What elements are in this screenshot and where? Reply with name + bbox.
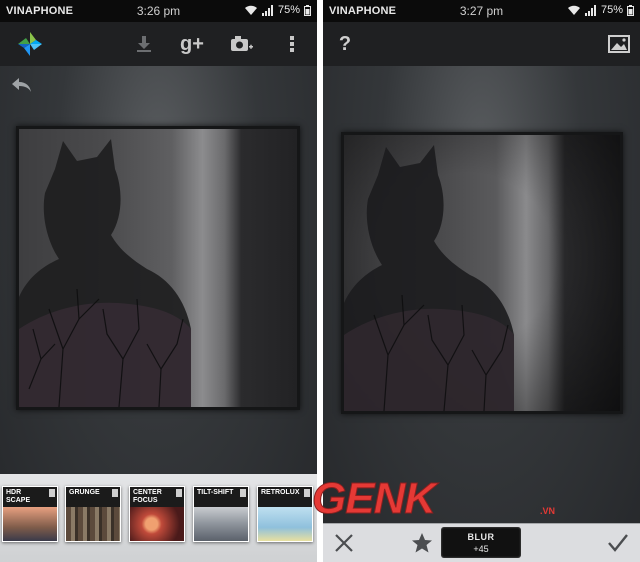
wifi-icon xyxy=(567,5,580,15)
filter-tile-center-focus[interactable]: CENTER FOCUS xyxy=(129,486,185,542)
edited-photo[interactable] xyxy=(16,126,300,410)
watermark-suffix: .VN xyxy=(540,506,556,516)
image-icon[interactable] xyxy=(605,30,633,58)
filter-strip: HDR SCAPE GRUNGE CENTER FOCUS TILT-SHIFT… xyxy=(0,474,317,562)
checkmark-icon[interactable] xyxy=(605,530,631,556)
filter-tile-tilt-shift[interactable]: TILT-SHIFT xyxy=(193,486,249,542)
download-icon[interactable] xyxy=(130,30,158,58)
filter-label: GRUNGE xyxy=(69,489,100,496)
watermark-text: GENK xyxy=(311,474,436,524)
info-icon xyxy=(304,489,310,497)
filter-thumbnail xyxy=(66,507,120,541)
camera-add-icon[interactable] xyxy=(228,30,256,58)
filter-thumbnail xyxy=(194,507,248,541)
battery-icon xyxy=(627,4,634,16)
snapseed-logo-icon[interactable] xyxy=(16,30,44,58)
top-toolbar: g+ xyxy=(0,22,317,66)
filter-label: CENTER FOCUS xyxy=(133,489,162,504)
battery-percent: 75% xyxy=(277,4,300,16)
undo-arrow-icon[interactable] xyxy=(10,76,34,96)
signal-icon xyxy=(261,4,273,16)
status-bar: VINAPHONE 3:27 pm 75% xyxy=(323,0,640,22)
filter-value: +45 xyxy=(473,544,489,554)
google-plus-label: g+ xyxy=(180,32,204,55)
filter-tile-hdr-scape[interactable]: HDR SCAPE xyxy=(2,486,58,542)
battery-percent: 75% xyxy=(600,4,623,16)
photo-image xyxy=(19,129,297,407)
top-toolbar: ? xyxy=(323,22,640,66)
filter-label: HDR SCAPE xyxy=(6,489,31,504)
help-label: ? xyxy=(338,32,352,55)
left-screen: VINAPHONE 3:26 pm 75% g+ HDR SCAPE GRUNG… xyxy=(0,0,317,562)
edit-bottom-bar: BLUR +45 xyxy=(323,523,640,562)
filter-thumbnail xyxy=(258,507,312,541)
wifi-icon xyxy=(244,5,257,15)
filter-tile-grunge[interactable]: GRUNGE xyxy=(65,486,121,542)
info-icon xyxy=(49,489,55,497)
edited-photo[interactable] xyxy=(341,132,623,414)
signal-icon xyxy=(584,4,596,16)
star-icon[interactable] xyxy=(409,530,435,556)
photo-image xyxy=(344,135,620,411)
filter-parameter-display[interactable]: BLUR +45 xyxy=(441,527,521,558)
filter-thumbnail xyxy=(3,507,57,541)
info-icon xyxy=(240,489,246,497)
filter-label: TILT-SHIFT xyxy=(197,489,234,496)
info-icon xyxy=(176,489,182,497)
overflow-menu-icon[interactable] xyxy=(278,30,306,58)
filter-name: BLUR xyxy=(467,532,495,542)
info-icon xyxy=(112,489,118,497)
help-button[interactable]: ? xyxy=(331,30,359,58)
filter-tile-retrolux[interactable]: RETROLUX xyxy=(257,486,313,542)
close-icon[interactable] xyxy=(331,530,357,556)
google-plus-icon[interactable]: g+ xyxy=(178,30,206,58)
filter-thumbnail xyxy=(130,507,184,541)
genk-watermark-logo: GENK .VN xyxy=(311,474,556,524)
status-bar: VINAPHONE 3:26 pm 75% xyxy=(0,0,317,22)
filter-label: RETROLUX xyxy=(261,489,300,496)
battery-icon xyxy=(304,4,311,16)
